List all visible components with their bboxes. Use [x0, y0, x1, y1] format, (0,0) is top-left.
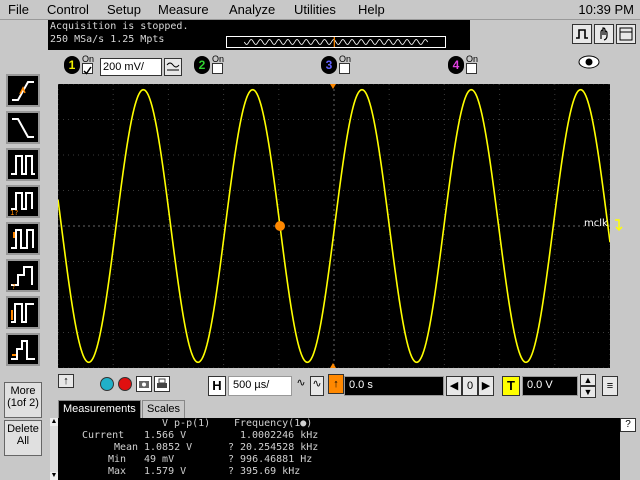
meas-header-vpp: V p-p(1) — [162, 418, 211, 429]
delay-center-button[interactable]: 0 — [462, 376, 478, 396]
falling-edge-trigger-icon[interactable] — [6, 111, 40, 144]
meas-vpp-value: 1.0852 V — [144, 442, 193, 453]
control-bar: ↑ H 500 µs/ ∿ ∿ ↑ 0.0 s ◀ 0 ▶ T 0.0 V ▲ … — [48, 372, 640, 400]
meas-freq-value: ? 395.69 kHz — [228, 466, 301, 477]
meas-freq-value: 1.0002246 kHz — [240, 430, 319, 441]
channel-2-badge[interactable]: 2 — [194, 56, 210, 74]
more-button[interactable]: More (1of 2) — [4, 382, 42, 418]
meas-row-label: Max — [108, 466, 127, 477]
channel-3-badge[interactable]: 3 — [321, 56, 337, 74]
trigger-button[interactable]: T — [502, 376, 520, 396]
delay-input[interactable]: 0.0 s — [344, 376, 444, 396]
scroll-down-arrow-icon[interactable]: ▼ — [50, 472, 58, 480]
channel-4-badge[interactable]: 4 — [448, 56, 464, 74]
stop-icon[interactable] — [118, 377, 132, 391]
eye-icon[interactable] — [578, 54, 600, 70]
glitch-trigger-icon[interactable] — [6, 222, 40, 255]
menu-analyze[interactable]: Analyze — [229, 2, 275, 17]
tab-scales[interactable]: Scales — [142, 400, 186, 418]
more-page-label: (1of 2) — [7, 397, 39, 409]
waveform-graticule — [57, 83, 611, 369]
meas-header-frequency: Frequency(1●) — [234, 418, 313, 429]
left-toolbar: 1? ? More (1of 2) Delete All — [0, 68, 44, 480]
horizontal-button[interactable]: H — [208, 376, 226, 396]
menu-setup[interactable]: Setup — [107, 2, 141, 17]
waveform-display[interactable]: mclk — [57, 83, 623, 369]
trigger-settings-icon[interactable]: ≡ — [602, 376, 618, 396]
delete-label: Delete — [7, 423, 39, 435]
menu-file[interactable]: File — [8, 2, 29, 17]
meas-vpp-value: 49 mV — [144, 454, 175, 465]
trigger-reference-icon[interactable]: ↑ — [328, 374, 344, 394]
trigger-level-input[interactable]: 0.0 V — [522, 376, 578, 396]
scroll-up-button[interactable]: ↑ — [58, 374, 74, 388]
menu-control[interactable]: Control — [47, 2, 89, 17]
channel-4-checkbox[interactable] — [466, 63, 477, 74]
meas-freq-value: ? 20.254528 kHz — [228, 442, 319, 453]
timebase-coarse-icon[interactable]: ∿ — [310, 376, 324, 396]
channel-label: mclk — [584, 218, 608, 229]
acquisition-status: Acquisition is stopped. — [50, 21, 189, 32]
channel-3-checkbox[interactable] — [339, 63, 350, 74]
channel-bar: 1 On 200 mV/ 2 On 3 On 4 On — [48, 50, 640, 80]
waveform-overview — [226, 36, 446, 48]
meas-vpp-value: 1.579 V — [144, 466, 187, 477]
bottom-tabs: Measurements Scales — [58, 400, 628, 418]
run-icon[interactable] — [100, 377, 114, 391]
delete-all-button[interactable]: Delete All — [4, 420, 42, 456]
pulse-width-trigger-icon[interactable] — [6, 148, 40, 181]
trigger-point-marker[interactable] — [275, 221, 285, 231]
menu-measure[interactable]: Measure — [158, 2, 209, 17]
svg-text:?: ? — [12, 283, 16, 290]
channel-2-checkbox[interactable] — [212, 63, 223, 74]
delay-right-button[interactable]: ▶ — [478, 376, 494, 396]
help-icon[interactable]: ? — [620, 418, 636, 432]
more-label: More — [10, 385, 36, 397]
sample-rate-readout: 250 MSa/s 1.25 Mpts — [50, 34, 165, 45]
channel-1-checkbox[interactable] — [82, 63, 93, 75]
timeout-trigger-icon[interactable] — [6, 296, 40, 329]
meas-row-label: Mean — [114, 442, 139, 453]
timebase-fine-icon[interactable]: ∿ — [294, 376, 308, 396]
timebase-scale-input[interactable]: 500 µs/ — [228, 376, 292, 396]
trigger-time-marker-top — [330, 84, 336, 89]
measurements-panel: V p-p(1) Frequency(1●) Current 1.566 V 1… — [58, 418, 620, 480]
meas-row-label: Min — [108, 454, 127, 465]
meas-row-label: Current — [82, 430, 125, 441]
touch-mode-icon[interactable] — [594, 24, 614, 44]
menu-help[interactable]: Help — [358, 2, 385, 17]
delete-all-label: All — [16, 435, 30, 447]
camera-icon[interactable] — [136, 376, 152, 392]
tab-measurements[interactable]: Measurements — [58, 400, 141, 418]
channel-1-scale-input[interactable]: 200 mV/ — [100, 58, 162, 76]
pattern-trigger-icon[interactable]: 1? — [6, 185, 40, 218]
svg-text:1?: 1? — [10, 209, 18, 216]
channel-1-coupling-icon[interactable] — [164, 58, 182, 76]
measurements-scrollbar[interactable]: ▲ ▼ — [50, 418, 58, 480]
trigger-level-icon[interactable] — [613, 218, 623, 232]
meas-vpp-value: 1.566 V — [144, 430, 187, 441]
window-layout-icon[interactable] — [616, 24, 636, 44]
clock: 10:39 PM — [578, 2, 634, 17]
menu-utilities[interactable]: Utilities — [294, 2, 336, 17]
channel-1-badge[interactable]: 1 — [64, 56, 80, 74]
print-icon[interactable] — [154, 376, 170, 392]
trigger-level-down-button[interactable]: ▼ — [580, 386, 596, 398]
trigger-level-up-button[interactable]: ▲ — [580, 374, 596, 386]
rising-edge-trigger-icon[interactable] — [6, 74, 40, 107]
delay-left-button[interactable]: ◀ — [446, 376, 462, 396]
transition-trigger-icon[interactable] — [6, 333, 40, 366]
meas-freq-value: ? 996.46881 Hz — [228, 454, 313, 465]
menu-bar: File Control Setup Measure Analyze Utili… — [0, 0, 640, 20]
scroll-up-arrow-icon[interactable]: ▲ — [50, 418, 58, 426]
trigger-time-marker-bottom — [330, 363, 336, 368]
run-mode-icon[interactable] — [572, 24, 592, 44]
oscilloscope-window: File Control Setup Measure Analyze Utili… — [0, 0, 640, 480]
runt-trigger-icon[interactable]: ? — [6, 259, 40, 292]
